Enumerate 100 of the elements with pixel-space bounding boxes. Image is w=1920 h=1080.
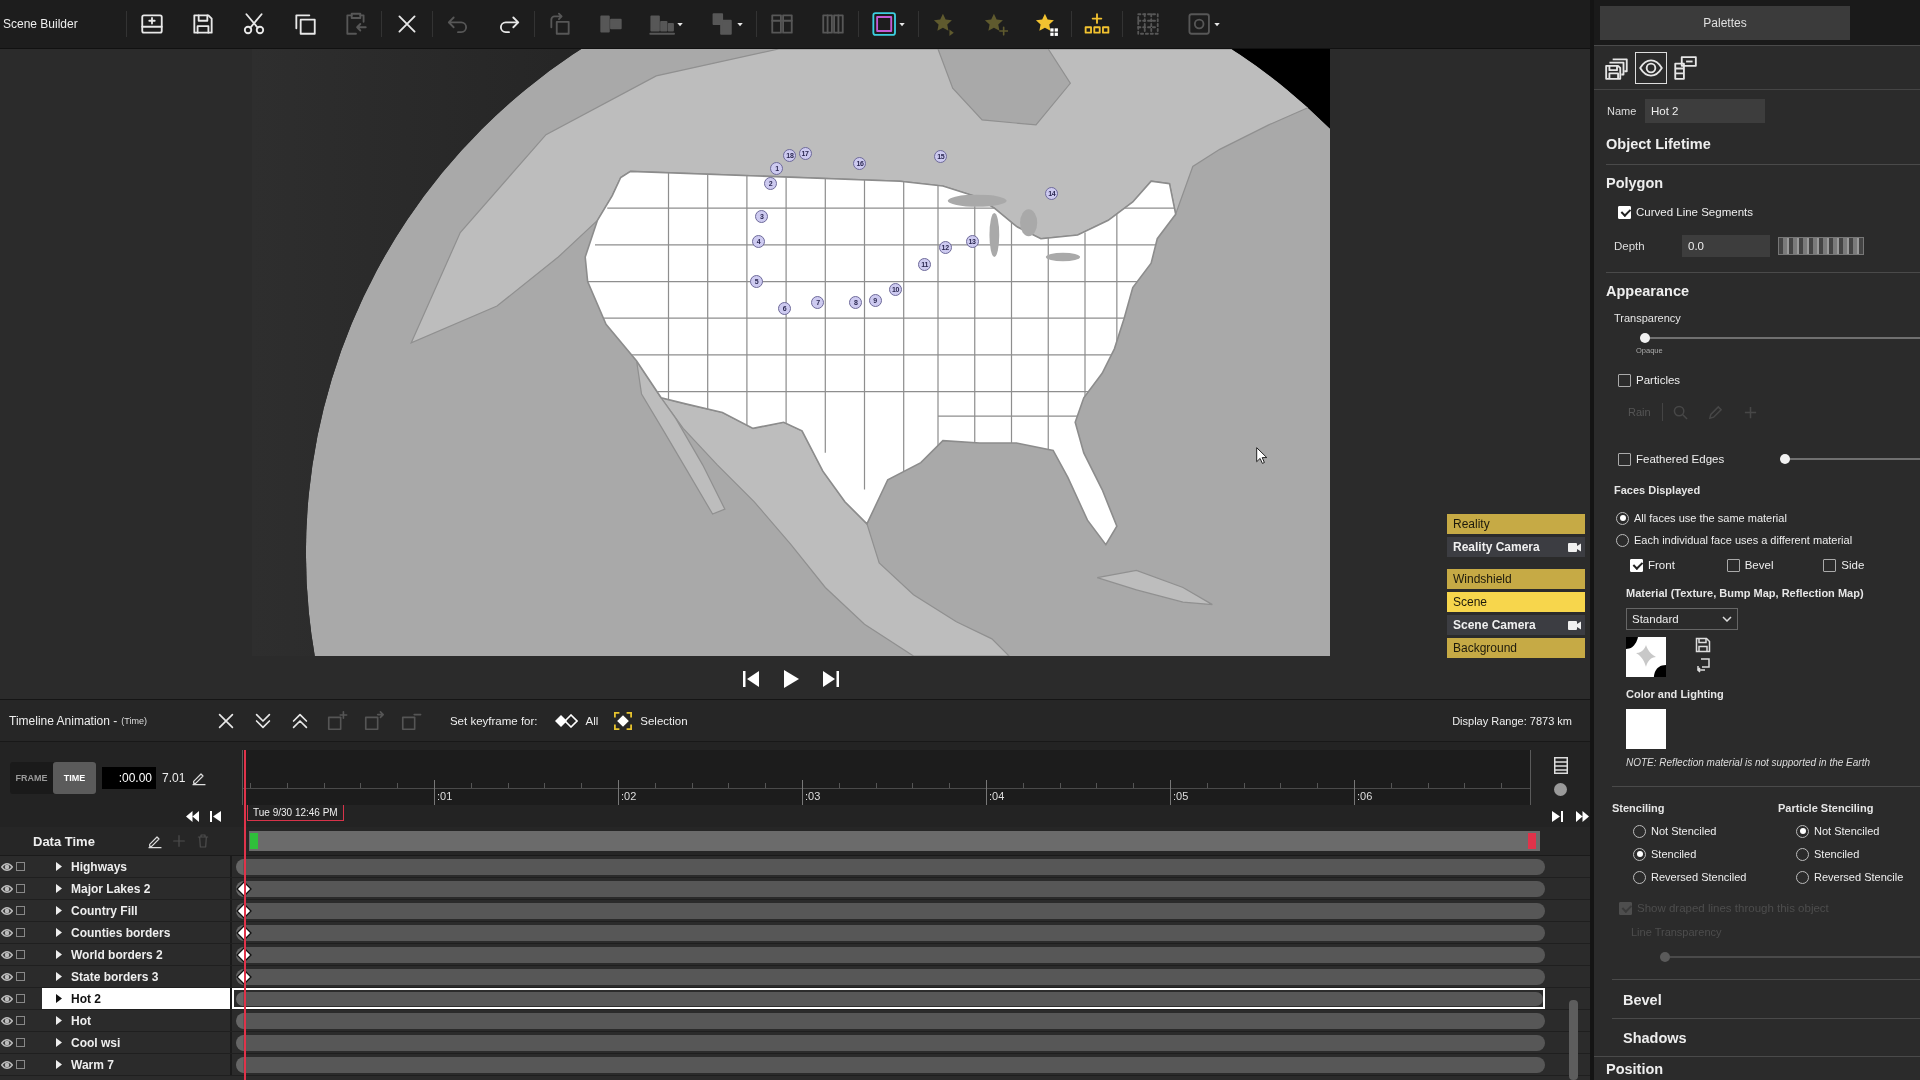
skip-start-icon[interactable] (209, 810, 222, 822)
expand-triangle-icon[interactable] (56, 1016, 62, 1025)
section-header[interactable]: Bevel (1623, 991, 1920, 1009)
rewind-icon[interactable] (186, 810, 199, 822)
data-time-track[interactable] (249, 831, 1540, 851)
fast-forward-icon[interactable] (1576, 810, 1589, 822)
expand-triangle-icon[interactable] (56, 928, 62, 937)
checkbox[interactable] (1823, 558, 1837, 572)
expand-triangle-icon[interactable] (56, 1038, 62, 1047)
scissors-icon[interactable] (241, 11, 267, 37)
skip-forward-icon[interactable] (821, 668, 841, 689)
eye-icon[interactable] (1635, 51, 1667, 84)
row-checkbox[interactable] (16, 1060, 25, 1069)
layer-track[interactable] (236, 1057, 1545, 1073)
scrollbar-thumb[interactable] (1569, 1000, 1578, 1080)
layer-row[interactable]: Hot 2 (42, 988, 230, 1009)
expand-triangle-icon[interactable] (56, 906, 62, 915)
slider-track[interactable] (1640, 332, 1920, 344)
eye-icon[interactable] (1, 906, 13, 915)
row-checkbox[interactable] (16, 906, 25, 915)
play-icon[interactable] (781, 668, 801, 689)
palettes-tab[interactable]: Palettes (1600, 6, 1850, 40)
color-swatch-icon[interactable] (1626, 709, 1666, 749)
layer-row[interactable]: Country Fill (42, 900, 230, 921)
layer-item[interactable]: Reality Camera (1447, 537, 1585, 557)
layer-track[interactable] (236, 992, 1543, 1006)
jog-wheel[interactable] (1778, 237, 1864, 255)
row-checkbox[interactable] (16, 862, 25, 871)
checkbox[interactable] (1618, 452, 1631, 466)
circle-icon[interactable] (1554, 783, 1567, 796)
layer-item[interactable]: Background (1447, 638, 1585, 658)
layer-row[interactable]: State borders 3 (42, 966, 230, 987)
eye-icon[interactable] (1, 1016, 13, 1025)
slider-thumb[interactable] (1780, 454, 1790, 464)
slider-track[interactable] (1780, 453, 1920, 465)
layer-track[interactable] (236, 903, 1545, 919)
load-arrow-icon[interactable] (1695, 657, 1711, 673)
depth-field[interactable]: 0.0 (1682, 235, 1770, 257)
checkbox[interactable] (1726, 558, 1740, 572)
eye-icon[interactable] (1, 862, 13, 871)
slider-thumb[interactable] (1640, 333, 1650, 343)
row-checkbox[interactable] (16, 884, 25, 893)
mode-tab[interactable]: FRAME (10, 761, 53, 794)
layer-item[interactable]: Scene Camera (1447, 615, 1585, 635)
skip-back-icon[interactable] (741, 668, 761, 689)
row-checkbox[interactable] (16, 994, 25, 1003)
layer-track[interactable] (236, 859, 1545, 875)
eye-icon[interactable] (1, 928, 13, 937)
material-dropdown[interactable]: Standard (1626, 608, 1738, 630)
start-handle[interactable] (250, 833, 258, 849)
layer-row[interactable]: Cool wsi (42, 1032, 230, 1053)
row-checkbox[interactable] (16, 972, 25, 981)
expand-triangle-icon[interactable] (56, 1060, 62, 1069)
layer-track[interactable] (236, 1013, 1545, 1029)
copy-icon[interactable] (292, 11, 318, 37)
row-checkbox[interactable] (16, 950, 25, 959)
checkbox[interactable] (1618, 373, 1631, 387)
layer-track[interactable] (236, 1035, 1545, 1051)
eye-icon[interactable] (1, 1060, 13, 1069)
section-header[interactable]: Shadows (1623, 1029, 1920, 1047)
skip-end-icon[interactable] (1551, 810, 1564, 822)
eye-icon[interactable] (1, 884, 13, 893)
layer-row[interactable]: Highways (42, 856, 230, 877)
list-icon[interactable] (1553, 757, 1568, 774)
plus-box-icon[interactable] (139, 11, 165, 37)
material-swatch-icon[interactable] (1626, 637, 1666, 677)
all-keyframes-button[interactable]: All (553, 713, 599, 728)
layer-row[interactable]: Warm 7 (42, 1054, 230, 1075)
row-checkbox[interactable] (16, 928, 25, 937)
mode-tab[interactable]: TIME (53, 761, 96, 794)
layer-track[interactable] (236, 881, 1545, 897)
row-checkbox[interactable] (16, 1016, 25, 1025)
eye-icon[interactable] (1, 1038, 13, 1047)
layer-item[interactable]: Windshield (1447, 569, 1585, 589)
layer-item[interactable]: Scene (1447, 592, 1585, 612)
square-frame-icon[interactable] (871, 11, 906, 37)
layer-row[interactable]: Counties borders (42, 922, 230, 943)
squares-plus-icon[interactable] (1084, 11, 1110, 37)
name-field[interactable]: Hot 2 (1645, 99, 1765, 123)
selection-keyframes-button[interactable]: Selection (614, 711, 688, 730)
save-icon[interactable] (1695, 637, 1711, 653)
expand-triangle-icon[interactable] (56, 994, 62, 1003)
end-handle[interactable] (1528, 833, 1536, 849)
eye-icon[interactable] (1, 994, 13, 1003)
layer-row[interactable]: Major Lakes 2 (42, 878, 230, 899)
layer-row[interactable]: Hot (42, 1010, 230, 1031)
layer-track[interactable] (236, 969, 1545, 985)
expand-triangle-icon[interactable] (56, 862, 62, 871)
eye-icon[interactable] (1, 972, 13, 981)
layer-row[interactable]: World borders 2 (42, 944, 230, 965)
layer-track[interactable] (236, 925, 1545, 941)
eye-icon[interactable] (1, 950, 13, 959)
layer-item[interactable]: Reality (1447, 514, 1585, 534)
save-icon[interactable] (190, 11, 216, 37)
time-field[interactable]: :00.00 (102, 766, 156, 789)
time-ruler[interactable]: :01 :02 :03 :04 :05 :06 (242, 750, 1531, 805)
row-checkbox[interactable] (16, 1038, 25, 1047)
expand-triangle-icon[interactable] (56, 972, 62, 981)
expand-triangle-icon[interactable] (56, 884, 62, 893)
expand-triangle-icon[interactable] (56, 950, 62, 959)
